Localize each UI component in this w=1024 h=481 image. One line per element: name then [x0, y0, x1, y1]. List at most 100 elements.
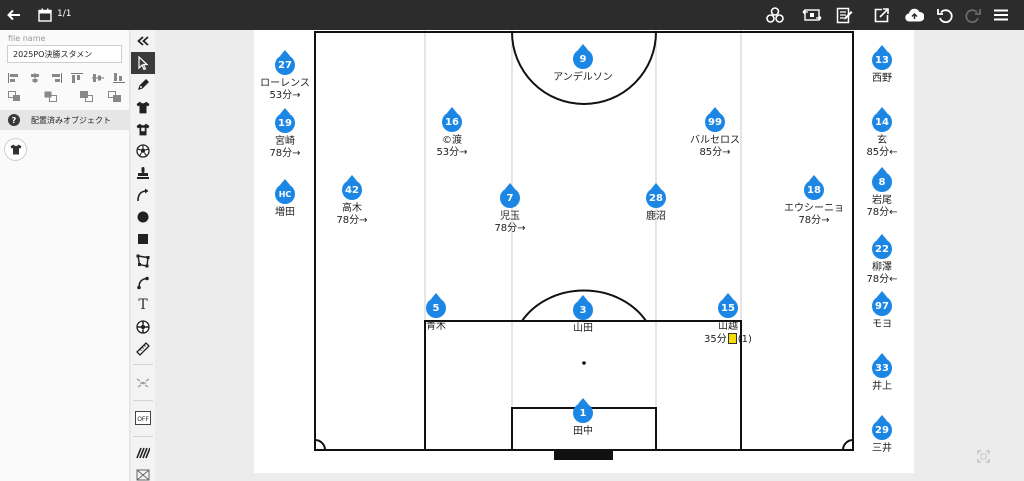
placed-objects-label: 配置済みオブジェクト: [31, 115, 111, 125]
player-name: 山田: [573, 323, 593, 334]
player-number: 33: [872, 353, 892, 378]
player-99[interactable]: 99 バルセロス 85分→: [675, 107, 755, 159]
player-name: 山越: [718, 321, 738, 332]
pattern-icon[interactable]: [131, 442, 155, 464]
player-number: 22: [872, 234, 892, 259]
player-number: HC: [275, 179, 295, 204]
back-arrow-icon[interactable]: [4, 0, 24, 30]
sub-27[interactable]: 27 ローレンス 53分→: [245, 50, 325, 102]
file-name-input[interactable]: 2025PO決勝スタメン: [7, 45, 122, 63]
cloud-upload-icon[interactable]: [903, 0, 925, 30]
toggle-off-icon[interactable]: OFF: [131, 407, 155, 429]
player-15[interactable]: 15 山越 35分 (1): [688, 293, 768, 346]
player-5[interactable]: 5 青木: [396, 293, 476, 333]
player-name: ©渡: [442, 135, 462, 146]
sub-8[interactable]: 8 岩尾 78分←: [842, 167, 922, 219]
player-name: 鹿沼: [646, 211, 666, 222]
staff-hc[interactable]: HC 増田: [245, 179, 325, 219]
player-number: 18: [804, 175, 824, 200]
collapse-icon[interactable]: [131, 30, 155, 52]
help-icon[interactable]: ?: [8, 114, 20, 126]
formation-icon[interactable]: [131, 372, 155, 394]
bring-forward-icon[interactable]: [44, 90, 80, 102]
shirt-alt-icon[interactable]: [131, 118, 155, 140]
swap-teams-icon[interactable]: [800, 0, 824, 30]
pitch-canvas[interactable]: 9 アンデルソン 16 ©渡 53分→ 99 バルセロス 85分→ 42 高木 78分→ 7児…: [254, 30, 914, 473]
fullscreen-icon[interactable]: [977, 448, 990, 467]
text-icon[interactable]: T: [131, 294, 155, 316]
file-name-label: file name: [8, 34, 46, 43]
pen-icon[interactable]: [131, 74, 155, 96]
shirt-icon[interactable]: [131, 96, 155, 118]
sub-time: 78分→: [269, 148, 301, 159]
undo-icon[interactable]: [934, 0, 956, 30]
ball-icon[interactable]: [131, 140, 155, 162]
sub-time: 78分←: [866, 207, 898, 218]
player-number: 28: [646, 183, 666, 208]
line-icon[interactable]: [131, 272, 155, 294]
player-name: 井上: [872, 381, 892, 392]
menu-icon[interactable]: [990, 0, 1012, 30]
align-right-icon[interactable]: [50, 72, 71, 84]
player-16[interactable]: 16 ©渡 53分→: [412, 107, 492, 159]
sub-33[interactable]: 33 井上: [842, 353, 922, 393]
circle-icon[interactable]: [131, 206, 155, 228]
player-number: 5: [426, 293, 446, 318]
sub-time: 78分←: [866, 274, 898, 285]
player-number: 13: [872, 45, 892, 70]
player-name: 宮崎: [275, 136, 295, 147]
penalty-spot: [582, 361, 586, 365]
send-backward-icon[interactable]: [80, 90, 108, 102]
placed-object-shirt[interactable]: [4, 138, 27, 161]
player-number: 15: [718, 293, 738, 318]
player-number: 16: [442, 107, 462, 132]
goal: [554, 450, 613, 460]
sub-29[interactable]: 29 三井: [842, 415, 922, 455]
square-icon[interactable]: [131, 228, 155, 250]
player-number: 1: [573, 398, 593, 423]
sub-22[interactable]: 22 柳澤 78分←: [842, 234, 922, 286]
player-number: 14: [872, 107, 892, 132]
cursor-icon[interactable]: [131, 52, 155, 74]
pitch-lines: [314, 31, 854, 451]
share-icon[interactable]: [870, 0, 892, 30]
polygon-icon[interactable]: [131, 250, 155, 272]
stamp-icon[interactable]: [131, 162, 155, 184]
align-middle-icon[interactable]: [92, 72, 113, 84]
player-9[interactable]: 9 アンデルソン: [543, 44, 623, 84]
ball-alt-icon[interactable]: [131, 316, 155, 338]
bring-front-icon[interactable]: [8, 90, 44, 102]
sub-97[interactable]: 97 モヨ: [842, 291, 922, 331]
align-toolbar: [8, 72, 134, 84]
calendar-icon[interactable]: [36, 0, 54, 30]
curve-arrow-icon[interactable]: [131, 184, 155, 206]
player-number: 7: [500, 183, 520, 208]
send-back-icon[interactable]: [108, 90, 128, 102]
grid-icon[interactable]: [131, 464, 155, 481]
player-3[interactable]: 3 山田: [543, 295, 623, 335]
connect-nodes-icon[interactable]: [764, 0, 786, 30]
sub-14[interactable]: 14 玄 85分←: [842, 107, 922, 159]
player-number: 99: [705, 107, 725, 132]
align-top-icon[interactable]: [71, 72, 92, 84]
player-name: 西野: [872, 73, 892, 84]
player-name: 玄: [877, 135, 887, 146]
player-name: モヨ: [872, 319, 892, 330]
redo-icon[interactable]: [962, 0, 984, 30]
player-number: 42: [342, 175, 362, 200]
align-left-icon[interactable]: [8, 72, 29, 84]
player-name: 柳澤: [872, 262, 892, 273]
placed-objects-header[interactable]: ? 配置済みオブジェクト: [0, 110, 130, 130]
sub-19[interactable]: 19 宮崎 78分→: [245, 108, 325, 160]
player-7[interactable]: 7 児玉 78分→: [470, 183, 550, 235]
player-name: ローレンス: [260, 78, 310, 89]
align-center-h-icon[interactable]: [29, 72, 50, 84]
edit-notes-icon[interactable]: [834, 0, 856, 30]
card-count: (1): [737, 334, 752, 345]
ruler-icon[interactable]: [131, 338, 155, 360]
player-1[interactable]: 1 田中: [543, 398, 623, 438]
tool-divider: [133, 364, 153, 365]
sub-13[interactable]: 13 西野: [842, 45, 922, 85]
player-name: 三井: [872, 443, 892, 454]
player-28[interactable]: 28 鹿沼: [616, 183, 696, 223]
